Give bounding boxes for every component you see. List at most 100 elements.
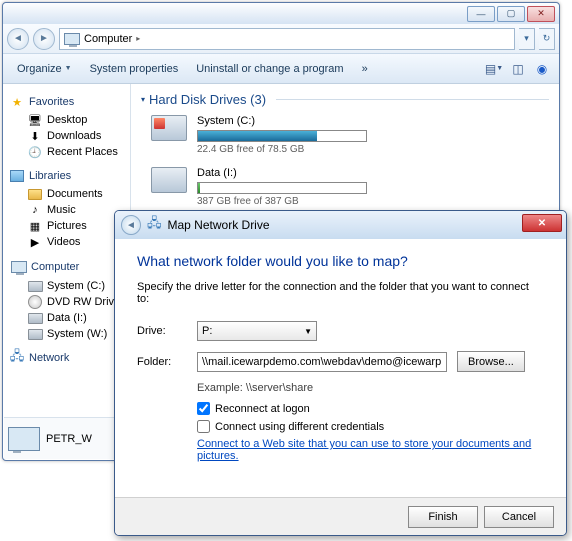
drive-free-text: 22.4 GB free of 78.5 GB xyxy=(197,144,367,155)
drive-icon xyxy=(27,279,43,293)
chevron-down-icon: ▼ xyxy=(65,65,72,72)
sidebar-item-system-w[interactable]: System (W:) xyxy=(9,326,130,342)
chevron-down-icon: ▼ xyxy=(304,327,312,336)
reconnect-checkbox[interactable] xyxy=(197,402,210,415)
drive-item-system-c[interactable]: System (C:) 22.4 GB free of 78.5 GB xyxy=(151,115,549,155)
drive-item-data-i[interactable]: Data (I:) 387 GB free of 387 GB xyxy=(151,167,549,207)
map-network-drive-dialog: ◄ 🖧 Map Network Drive ✕ What network fol… xyxy=(114,210,567,536)
computer-label: Computer xyxy=(31,261,79,273)
address-separator: ▸ xyxy=(136,34,140,43)
favorites-group[interactable]: ★ Favorites xyxy=(9,94,130,110)
star-icon: ★ xyxy=(9,94,25,110)
address-text: Computer xyxy=(84,33,132,45)
folder-label: Folder: xyxy=(137,356,193,368)
different-credentials-checkbox[interactable] xyxy=(197,420,210,433)
sidebar-item-system-c[interactable]: System (C:) xyxy=(9,278,130,294)
reconnect-checkbox-row[interactable]: Reconnect at logon xyxy=(197,402,544,415)
downloads-icon: ⬇ xyxy=(27,129,43,143)
hard-disk-section[interactable]: ▾ Hard Disk Drives (3) xyxy=(141,92,549,107)
drive-usage-bar xyxy=(197,130,367,142)
libraries-group[interactable]: Libraries xyxy=(9,168,130,184)
network-icon: 🖧 xyxy=(9,350,25,366)
computer-group[interactable]: Computer xyxy=(9,258,130,276)
drive-icon xyxy=(151,115,187,141)
address-bar: ◄ ► Computer ▸ ▾ ↻ xyxy=(3,24,559,54)
cancel-button[interactable]: Cancel xyxy=(484,506,554,528)
different-credentials-label: Connect using different credentials xyxy=(215,421,384,433)
maximize-button[interactable]: ▢ xyxy=(497,6,525,22)
dvd-icon xyxy=(27,295,43,309)
more-commands[interactable]: » xyxy=(354,60,376,78)
sidebar-item-dvd[interactable]: DVD RW Drive xyxy=(9,294,130,310)
refresh-button[interactable]: ↻ xyxy=(539,28,555,50)
desktop-icon: 🖥 xyxy=(27,113,43,127)
section-label: Hard Disk Drives (3) xyxy=(149,92,266,107)
browse-button[interactable]: Browse... xyxy=(457,351,525,372)
details-pane: PETR_W xyxy=(4,417,119,459)
pictures-icon: ▦ xyxy=(27,219,43,233)
dialog-body: What network folder would you like to ma… xyxy=(115,239,566,476)
sidebar-item-documents[interactable]: Documents xyxy=(9,186,130,202)
dialog-titlebar: ◄ 🖧 Map Network Drive ✕ xyxy=(115,211,566,239)
system-properties-button[interactable]: System properties xyxy=(82,60,187,78)
organize-label: Organize xyxy=(17,63,62,75)
drive-icon xyxy=(27,327,43,341)
dialog-footer: Finish Cancel xyxy=(115,497,566,535)
network-group[interactable]: 🖧 Network xyxy=(9,350,130,366)
favorites-label: Favorites xyxy=(29,96,74,108)
sidebar-item-recent[interactable]: 🕘Recent Places xyxy=(9,144,130,160)
drive-letter-combo[interactable]: P: ▼ xyxy=(197,321,317,341)
sidebar-item-pictures[interactable]: ▦Pictures xyxy=(9,218,130,234)
network-drive-icon: 🖧 xyxy=(147,214,162,236)
drive-icon xyxy=(27,311,43,325)
drive-label: Drive: xyxy=(137,325,193,337)
reconnect-label: Reconnect at logon xyxy=(215,403,310,415)
computer-icon xyxy=(11,259,27,275)
dialog-close-button[interactable]: ✕ xyxy=(522,214,562,232)
close-button[interactable]: ✕ xyxy=(527,6,555,22)
folder-example: Example: \\server\share xyxy=(197,382,544,394)
videos-icon: ▶ xyxy=(27,235,43,249)
recent-icon: 🕘 xyxy=(27,145,43,159)
libraries-icon xyxy=(9,168,25,184)
drive-name: System (C:) xyxy=(197,115,367,127)
organize-menu[interactable]: Organize ▼ xyxy=(9,60,80,78)
sidebar-item-music[interactable]: ♪Music xyxy=(9,202,130,218)
dialog-title: Map Network Drive xyxy=(168,218,270,232)
navigation-pane: ★ Favorites 🖥Desktop ⬇Downloads 🕘Recent … xyxy=(3,84,131,460)
dialog-heading: What network folder would you like to ma… xyxy=(137,253,544,269)
command-bar: Organize ▼ System properties Uninstall o… xyxy=(3,54,559,84)
computer-name: PETR_W xyxy=(46,433,92,445)
sidebar-item-desktop[interactable]: 🖥Desktop xyxy=(9,112,130,128)
music-icon: ♪ xyxy=(27,203,43,217)
help-button[interactable]: ◉ xyxy=(531,59,553,79)
web-site-link[interactable]: Connect to a Web site that you can use t… xyxy=(197,438,531,462)
drive-free-text: 387 GB free of 387 GB xyxy=(197,196,367,207)
address-dropdown[interactable]: ▾ xyxy=(519,28,535,50)
computer-icon xyxy=(64,33,80,45)
address-field[interactable]: Computer ▸ xyxy=(59,28,515,50)
computer-icon xyxy=(8,427,40,451)
uninstall-program-button[interactable]: Uninstall or change a program xyxy=(188,60,351,78)
sidebar-item-videos[interactable]: ▶Videos xyxy=(9,234,130,250)
dialog-description: Specify the drive letter for the connect… xyxy=(137,281,544,305)
sidebar-item-downloads[interactable]: ⬇Downloads xyxy=(9,128,130,144)
drive-usage-bar xyxy=(197,182,367,194)
folder-path-input[interactable] xyxy=(197,352,447,372)
nav-forward-button[interactable]: ► xyxy=(33,28,55,50)
drive-name: Data (I:) xyxy=(197,167,367,179)
drive-value: P: xyxy=(202,325,212,337)
window-titlebar: — ▢ ✕ xyxy=(3,3,559,24)
minimize-button[interactable]: — xyxy=(467,6,495,22)
nav-back-button[interactable]: ◄ xyxy=(7,28,29,50)
finish-button[interactable]: Finish xyxy=(408,506,478,528)
preview-pane-button[interactable]: ◫ xyxy=(507,59,529,79)
documents-icon xyxy=(27,187,43,201)
different-credentials-row[interactable]: Connect using different credentials xyxy=(197,420,544,433)
view-options-button[interactable]: ▤▼ xyxy=(483,59,505,79)
collapse-icon: ▾ xyxy=(141,95,145,104)
drive-icon xyxy=(151,167,187,193)
libraries-label: Libraries xyxy=(29,170,71,182)
sidebar-item-data-i[interactable]: Data (I:) xyxy=(9,310,130,326)
dialog-back-button[interactable]: ◄ xyxy=(121,215,141,235)
